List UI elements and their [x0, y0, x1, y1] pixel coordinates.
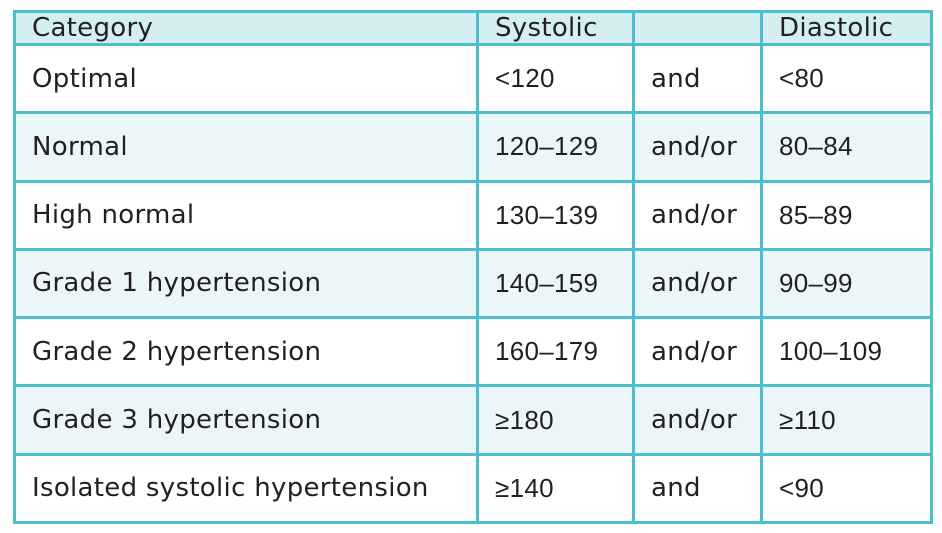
table-row: Isolated systolic hypertension ≥140 and <90 — [13, 452, 933, 525]
cell-diastolic: 80–84 — [760, 111, 933, 183]
cell-systolic: ≥180 — [476, 384, 635, 456]
table-row: Grade 2 hypertension 160–179 and/or 100–109 — [13, 316, 933, 388]
cell-systolic: ≥140 — [476, 452, 635, 525]
header-diastolic: Diastolic — [760, 10, 933, 46]
cell-diastolic: 85–89 — [760, 179, 933, 251]
table-row: High normal 130–139 and/or 85–89 — [13, 179, 933, 251]
header-conjunction — [632, 10, 763, 46]
header-systolic: Systolic — [476, 10, 635, 46]
table-row: Normal 120–129 and/or 80–84 — [13, 111, 933, 183]
header-row: Category Systolic Diastolic — [13, 10, 933, 46]
cell-systolic: 120–129 — [476, 111, 635, 183]
cell-diastolic: ≥110 — [760, 384, 933, 456]
cell-category: High normal — [13, 179, 479, 251]
cell-diastolic: 90–99 — [760, 247, 933, 320]
cell-conjunction: and/or — [632, 111, 763, 183]
cell-category: Grade 1 hypertension — [13, 247, 479, 320]
cell-category: Grade 2 hypertension — [13, 316, 479, 388]
blood-pressure-table: Category Systolic Diastolic Optimal <120 a… — [13, 10, 933, 525]
cell-category: Isolated systolic hypertension — [13, 452, 479, 525]
cell-conjunction: and — [632, 452, 763, 525]
table-row: Grade 1 hypertension 140–159 and/or 90–99 — [13, 247, 933, 320]
cell-conjunction: and/or — [632, 316, 763, 388]
header-category: Category — [13, 10, 479, 46]
cell-conjunction: and/or — [632, 179, 763, 251]
cell-conjunction: and — [632, 42, 763, 115]
cell-diastolic: 100–109 — [760, 316, 933, 388]
cell-systolic: 160–179 — [476, 316, 635, 388]
cell-category: Grade 3 hypertension — [13, 384, 479, 456]
cell-category: Optimal — [13, 42, 479, 115]
cell-conjunction: and/or — [632, 384, 763, 456]
cell-diastolic: <80 — [760, 42, 933, 115]
cell-conjunction: and/or — [632, 247, 763, 320]
cell-systolic: <120 — [476, 42, 635, 115]
table-row: Grade 3 hypertension ≥180 and/or ≥110 — [13, 384, 933, 456]
cell-category: Normal — [13, 111, 479, 183]
cell-systolic: 130–139 — [476, 179, 635, 251]
table-row: Optimal <120 and <80 — [13, 42, 933, 115]
cell-systolic: 140–159 — [476, 247, 635, 320]
cell-diastolic: <90 — [760, 452, 933, 525]
